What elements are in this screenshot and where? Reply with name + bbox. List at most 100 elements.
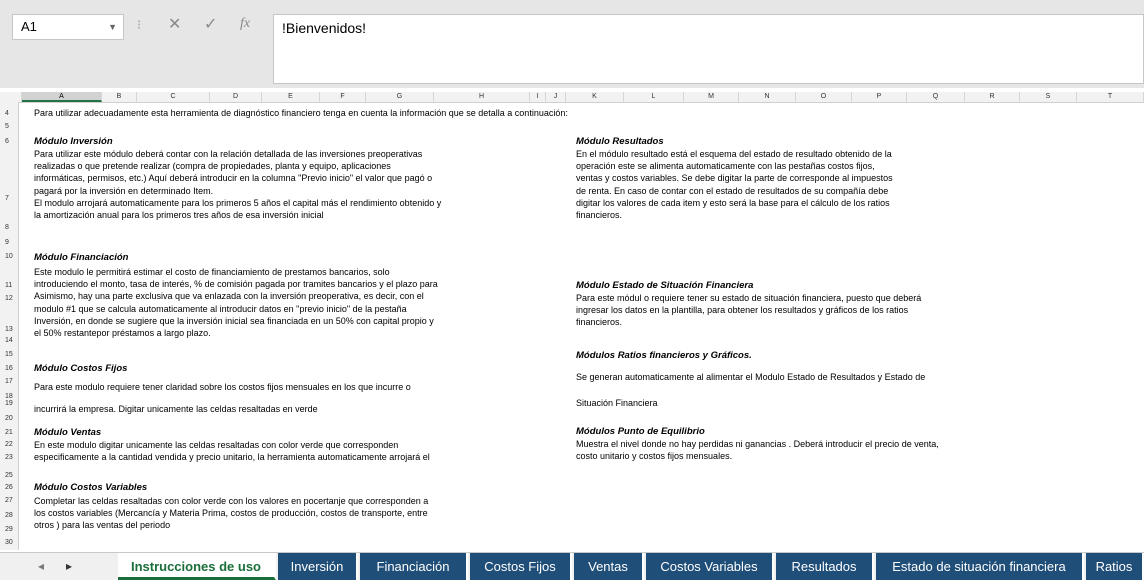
row-header[interactable]: 28 — [0, 512, 23, 519]
worksheet[interactable]: 4 5 6 7 8 9 10 11 12 13 14 15 16 17 18 1… — [0, 102, 1144, 550]
text-line: operación este se alimenta automaticamen… — [576, 161, 875, 172]
intro-text: Para utilizar adecuadamente esta herrami… — [34, 108, 568, 118]
row-header[interactable]: 18 — [0, 393, 23, 400]
column-header-g[interactable]: G — [366, 92, 434, 102]
row-header[interactable]: 4 — [0, 110, 23, 117]
row-header[interactable]: 30 — [0, 539, 23, 546]
column-header-i[interactable]: I — [530, 92, 546, 102]
column-header-a[interactable]: A — [22, 92, 102, 102]
row-header[interactable]: 10 — [0, 253, 23, 260]
column-header-e[interactable]: E — [262, 92, 320, 102]
module-text-resultados: En el módulo resultado está el esquema d… — [576, 148, 1046, 221]
module-title-ratios: Módulos Ratios financieros y Gráficos. — [576, 350, 752, 361]
module-text-financiacion: Este modulo le permitirá estimar el cost… — [34, 266, 524, 339]
tab-costos-fijos[interactable]: Costos Fijos — [470, 553, 572, 580]
text-line: la amortización anual para los primeros … — [34, 210, 324, 221]
text-line: ingresar los datos en la plantilla, para… — [576, 305, 909, 316]
column-header-t[interactable]: T — [1077, 92, 1144, 102]
tab-ventas[interactable]: Ventas — [574, 553, 644, 580]
select-all-corner[interactable] — [0, 92, 22, 102]
row-header[interactable]: 19 — [0, 400, 23, 407]
column-header-s[interactable]: S — [1020, 92, 1077, 102]
column-header-j[interactable]: J — [546, 92, 566, 102]
tab-financiacion[interactable]: Financiación — [360, 553, 468, 580]
tab-estado-situacion[interactable]: Estado de situación financiera — [876, 553, 1084, 580]
module-text-ratios: Se generan automaticamente al alimentar … — [576, 364, 1046, 416]
module-title-inversion: Módulo Inversión — [34, 136, 113, 147]
column-header-c[interactable]: C — [137, 92, 210, 102]
text-line: Este modulo le permitirá estimar el cost… — [34, 267, 390, 277]
name-box[interactable]: A1 ▼ — [12, 14, 124, 40]
column-header-h[interactable]: H — [434, 92, 530, 102]
column-header-n[interactable]: N — [739, 92, 796, 102]
formula-content: !Bienvenidos! — [282, 20, 367, 36]
tab-inversion[interactable]: Inversión — [278, 553, 358, 580]
row-header[interactable]: 25 — [0, 472, 23, 479]
text-line: ventas y costos variables. Se debe digit… — [576, 173, 893, 184]
formula-input[interactable]: !Bienvenidos! — [273, 14, 1144, 84]
row-header[interactable]: 14 — [0, 337, 23, 344]
column-header-b[interactable]: B — [102, 92, 137, 102]
text-line: El modulo arrojará automaticamente para … — [34, 197, 442, 208]
text-line: En el módulo resultado está el esquema d… — [576, 149, 892, 159]
row-header[interactable]: 26 — [0, 484, 23, 491]
next-sheet-icon[interactable]: ▸ — [66, 559, 72, 573]
row-header[interactable]: 8 — [0, 224, 23, 231]
text-line: especificamente a la cantidad vendida y … — [34, 452, 430, 463]
row-header[interactable]: 6 — [0, 138, 23, 145]
text-line: digitar los valores de cada item y esto … — [576, 197, 890, 208]
column-header-p[interactable]: P — [852, 92, 907, 102]
row-header[interactable]: 22 — [0, 441, 23, 448]
column-header-d[interactable]: D — [210, 92, 262, 102]
module-title-costos-variables: Módulo Costos Variables — [34, 482, 148, 493]
text-line: Se generan automaticamente al alimentar … — [576, 372, 926, 382]
text-line: modulo #1 que se calcula automaticamente… — [34, 303, 407, 314]
text-line: Para utilizar este módulo deberá contar … — [34, 149, 423, 159]
text-line: Completar las celdas resaltadas con colo… — [34, 496, 429, 506]
module-text-inversion: Para utilizar este módulo deberá contar … — [34, 148, 524, 221]
enter-icon[interactable]: ✓ — [204, 14, 217, 34]
row-header[interactable]: 21 — [0, 429, 23, 436]
row-header[interactable]: 17 — [0, 378, 23, 385]
row-header[interactable]: 16 — [0, 365, 23, 372]
tab-costos-variables[interactable]: Costos Variables — [646, 553, 774, 580]
module-title-financiacion: Módulo Financiación — [34, 252, 129, 263]
tab-resultados[interactable]: Resultados — [776, 553, 874, 580]
tab-ratios[interactable]: Ratios — [1086, 553, 1144, 580]
tab-instrucciones[interactable]: Instrucciones de uso — [118, 553, 276, 580]
column-header-f[interactable]: F — [320, 92, 366, 102]
row-header[interactable]: 12 — [0, 295, 23, 302]
module-title-ventas: Módulo Ventas — [34, 427, 102, 438]
column-header-m[interactable]: M — [684, 92, 739, 102]
column-header-q[interactable]: Q — [907, 92, 965, 102]
sheet-tabs-bar: ◂ ▸ Instrucciones de uso Inversión Finan… — [0, 552, 1144, 580]
row-header[interactable]: 23 — [0, 454, 23, 461]
text-line: el 50% restantepor préstamos a largo pla… — [34, 328, 211, 339]
row-header[interactable]: 9 — [0, 239, 23, 246]
row-header[interactable]: 27 — [0, 497, 23, 504]
module-title-equilibrio: Módulos Punto de Equilibrio — [576, 426, 705, 437]
text-line: financieros. — [576, 317, 623, 328]
text-line: de renta. En caso de contar con el estad… — [576, 185, 889, 196]
chevron-down-icon[interactable]: ▼ — [108, 15, 117, 39]
column-header-r[interactable]: R — [965, 92, 1020, 102]
cancel-icon[interactable]: ✕ — [168, 14, 181, 34]
column-header-o[interactable]: O — [796, 92, 852, 102]
text-line: los costos variables (Mercancía y Materi… — [34, 508, 428, 519]
column-header-k[interactable]: K — [566, 92, 624, 102]
module-title-estado-situacion: Módulo Estado de Situación Financiera — [576, 280, 754, 291]
row-header[interactable]: 13 — [0, 326, 23, 333]
text-line: Muestra el nivel donde no hay perdidas n… — [576, 439, 939, 449]
text-line: Situación Financiera — [576, 398, 658, 408]
prev-sheet-icon[interactable]: ◂ — [38, 559, 44, 573]
function-icon[interactable]: fx — [240, 16, 250, 32]
module-text-costos-fijos: Para este modulo requiere tener claridad… — [34, 376, 524, 420]
row-header[interactable]: 11 — [0, 282, 23, 289]
row-header[interactable]: 7 — [0, 195, 23, 202]
column-header-l[interactable]: L — [624, 92, 684, 102]
row-header[interactable]: 15 — [0, 351, 23, 358]
row-header[interactable]: 20 — [0, 415, 23, 422]
row-header[interactable]: 5 — [0, 123, 23, 130]
row-header[interactable]: 29 — [0, 526, 23, 533]
module-title-resultados: Módulo Resultados — [576, 136, 664, 147]
